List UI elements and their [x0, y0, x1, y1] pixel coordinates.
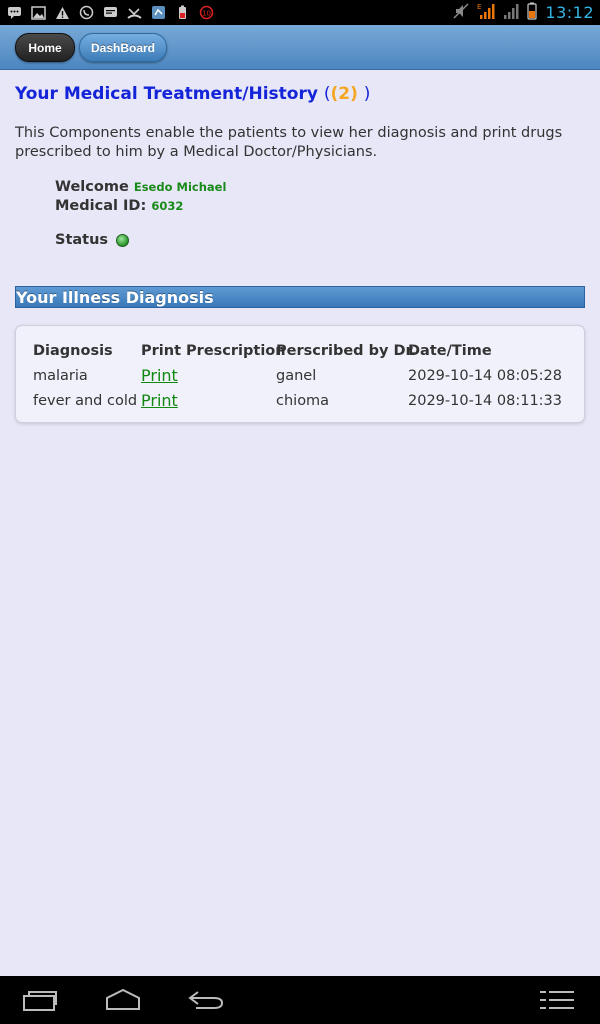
clock: 13:12 — [545, 3, 594, 22]
patient-name: Esedo Michael — [133, 180, 227, 194]
table-row: fever and cold Print chioma 2029-10-14 0… — [33, 388, 573, 413]
menu-icon[interactable] — [538, 988, 576, 1016]
doctor-cell: ganel — [276, 367, 317, 384]
medical-id-row: Medical ID: 6032 — [55, 197, 226, 216]
back-icon[interactable] — [186, 988, 226, 1016]
diagnosis-table: Diagnosis Print Prescription Perscribed … — [33, 338, 573, 413]
page-title-text: Your Medical Treatment/History — [15, 84, 318, 104]
intro-text: This Components enable the patients to v… — [15, 125, 563, 160]
medical-id-label: Medical ID: — [55, 198, 147, 214]
signal-icon — [503, 2, 519, 24]
table-header-row: Diagnosis Print Prescription Perscribed … — [33, 338, 573, 363]
title-paren-close: ) — [363, 84, 371, 104]
print-prescription-link[interactable]: Print — [141, 366, 178, 385]
system-nav-bar — [0, 976, 600, 1024]
system-icons: E 13:12 — [453, 2, 594, 24]
battery-alert-icon — [174, 4, 191, 21]
status-row: Status — [55, 232, 130, 248]
header-diagnosis: Diagnosis — [33, 342, 113, 359]
welcome-row: Welcome Esedo Michael — [55, 178, 226, 197]
welcome-label: Welcome — [55, 179, 129, 195]
print-prescription-link[interactable]: Print — [141, 391, 178, 410]
message-icon — [102, 4, 119, 21]
notification-icons: 10 — [6, 4, 215, 21]
chat-icon — [6, 4, 23, 21]
warning-icon — [54, 4, 71, 21]
datetime-cell: 2029-10-14 08:05:28 — [408, 367, 562, 384]
datetime-cell: 2029-10-14 08:11:33 — [408, 392, 562, 409]
header-print-prescription: Print Prescription — [141, 342, 286, 359]
home-button[interactable]: Home — [15, 33, 75, 62]
dashboard-button[interactable]: DashBoard — [79, 33, 167, 62]
medical-id-value: 6032 — [151, 199, 184, 213]
status-online-icon — [116, 233, 130, 247]
home-icon[interactable] — [104, 988, 142, 1016]
page-title: Your Medical Treatment/History ((2) ) — [15, 84, 370, 104]
table-row: malaria Print ganel 2029-10-14 08:05:28 — [33, 363, 573, 388]
header-datetime: Date/Time — [408, 342, 492, 359]
notification-count-badge: 10 — [198, 4, 215, 21]
diagnosis-panel: Diagnosis Print Prescription Perscribed … — [15, 325, 585, 423]
status-bar: 10 E 13:12 — [0, 0, 600, 25]
svg-text:E: E — [477, 3, 481, 11]
doctor-cell: chioma — [276, 392, 330, 409]
diagnosis-cell: malaria — [33, 367, 88, 384]
patient-info: Welcome Esedo Michael Medical ID: 6032 — [55, 178, 226, 216]
record-count: (2) — [330, 84, 358, 104]
recent-apps-icon[interactable] — [22, 988, 58, 1016]
image-icon — [30, 4, 47, 21]
app-update-icon — [150, 4, 167, 21]
diagnosis-cell: fever and cold — [33, 392, 138, 409]
signal-e-icon: E — [477, 2, 495, 24]
battery-icon — [527, 2, 537, 24]
status-label: Status — [55, 232, 109, 248]
section-header: Your Illness Diagnosis — [15, 286, 585, 308]
missed-call-icon — [126, 4, 143, 21]
title-paren-open: ( — [323, 84, 331, 104]
badge-count: 10 — [202, 10, 211, 18]
app-header: Home DashBoard — [0, 25, 600, 70]
mute-icon — [453, 2, 469, 23]
header-prescribed-by: Perscribed by Dr. — [276, 342, 417, 359]
whatsapp-icon — [78, 4, 95, 21]
